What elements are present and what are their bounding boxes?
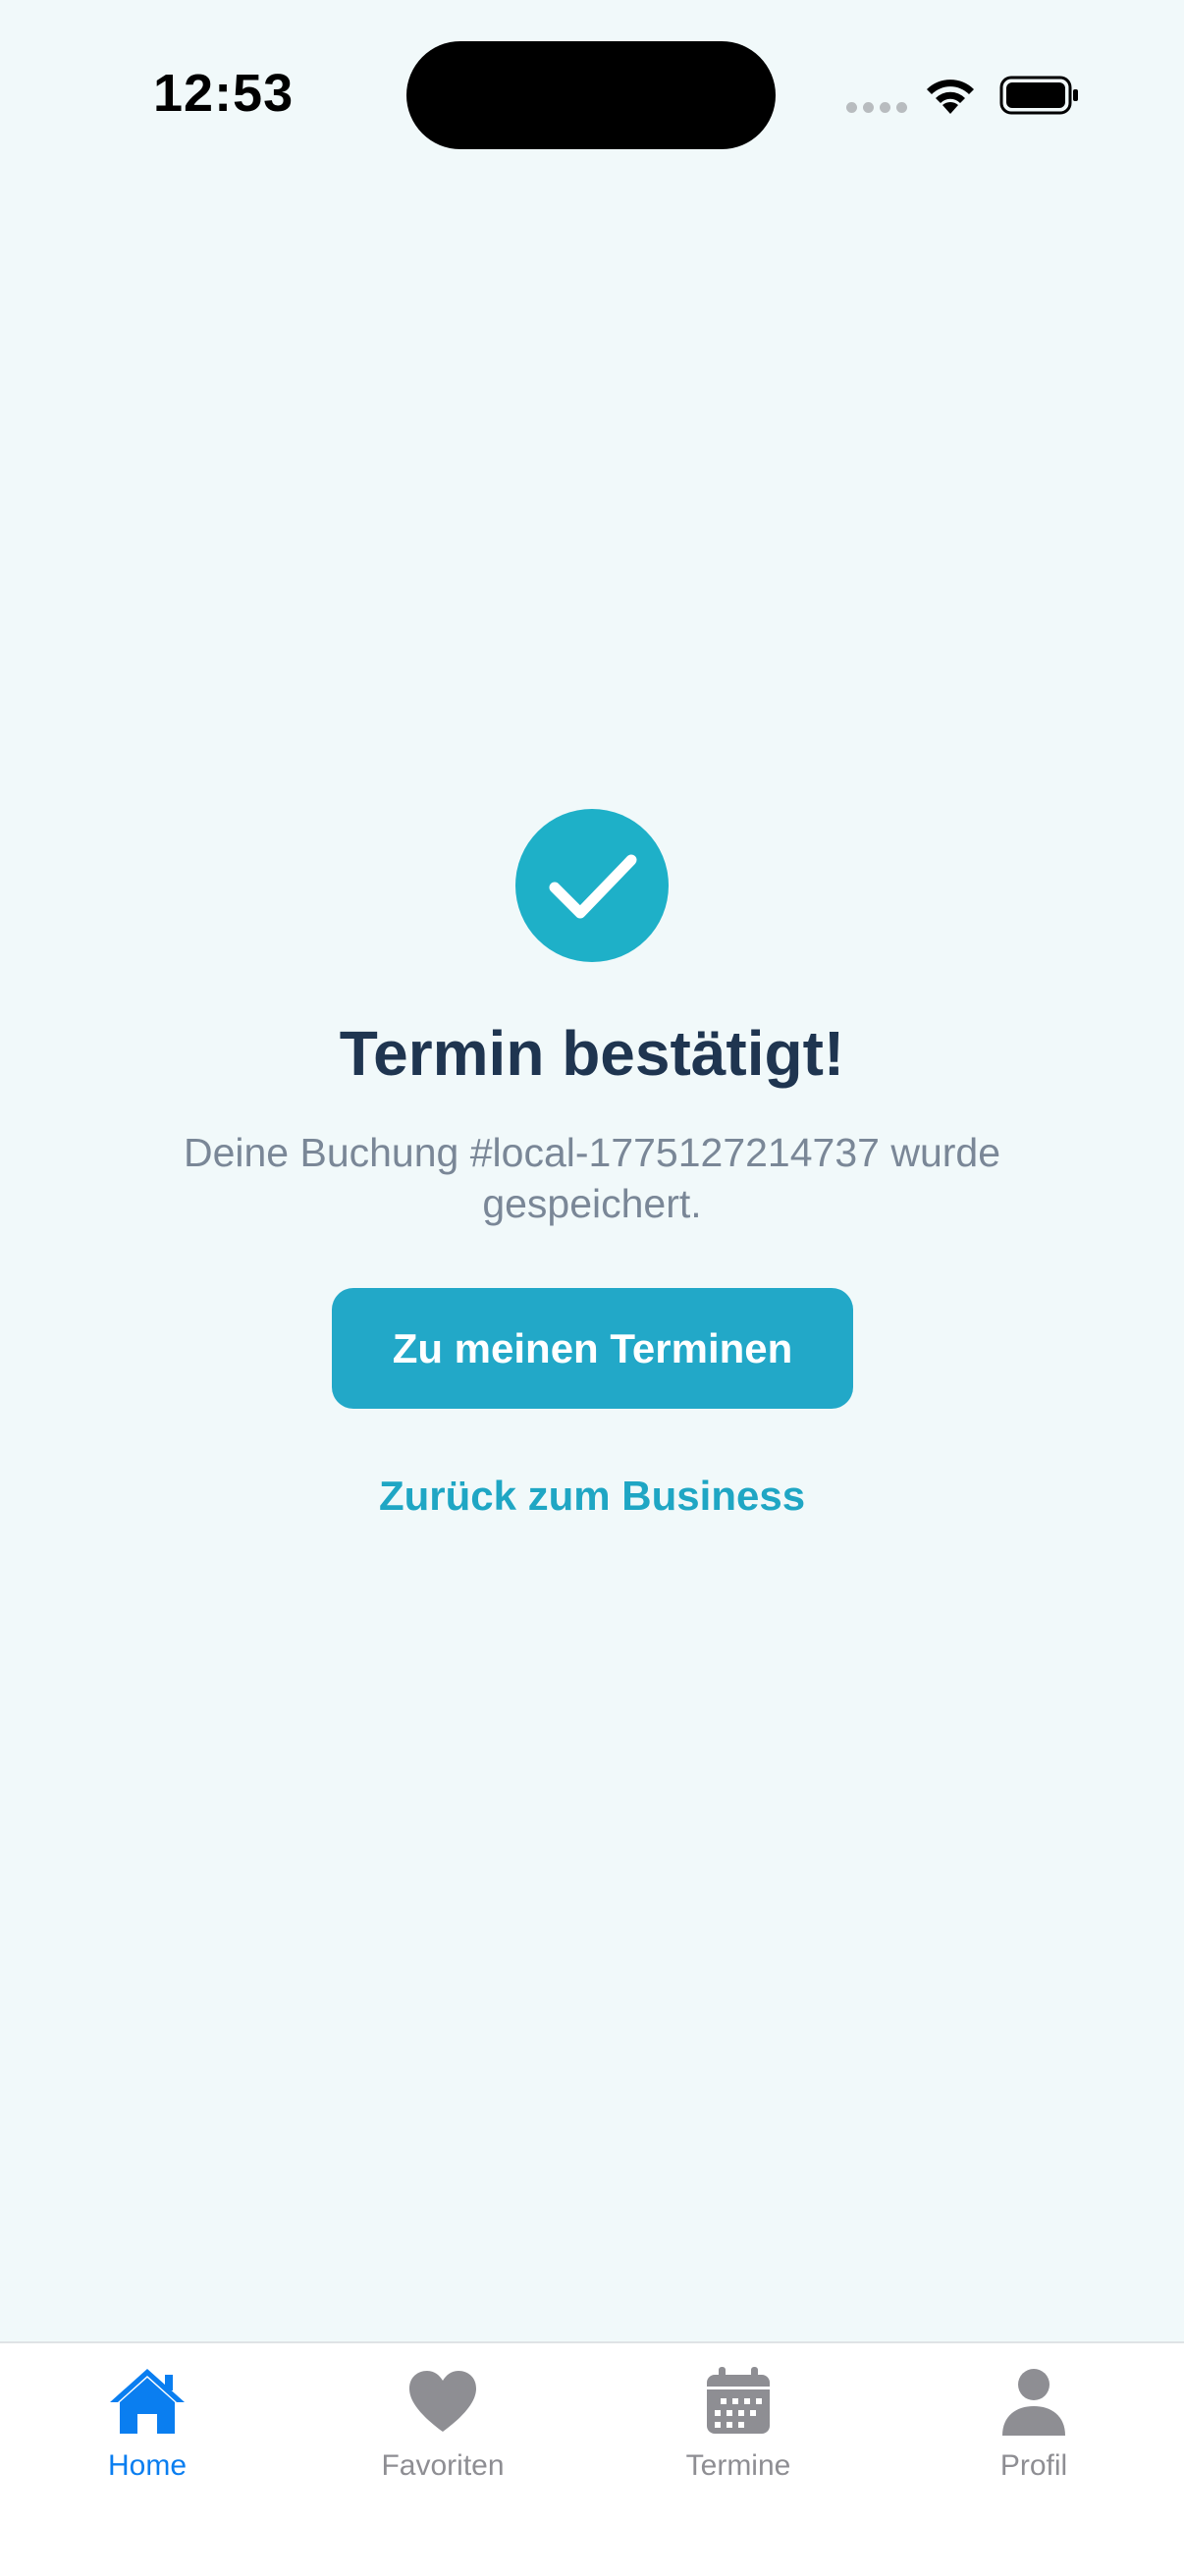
- back-to-business-link[interactable]: Zurück zum Business: [0, 1473, 1184, 1520]
- my-appointments-button[interactable]: Zu meinen Terminen: [332, 1288, 853, 1409]
- confirmation-message: Deine Buchung #local-1775127214737 wurde…: [183, 1130, 1001, 1226]
- tab-favorites[interactable]: Favoriten: [296, 2363, 590, 2483]
- battery-icon: [999, 76, 1078, 115]
- calendar-icon: [707, 2367, 770, 2434]
- tab-profile[interactable]: Profil: [887, 2363, 1181, 2483]
- tab-appointments[interactable]: Termine: [591, 2363, 886, 2483]
- tab-profile-label: Profil: [999, 2449, 1068, 2482]
- home-icon: [110, 2369, 185, 2434]
- tab-bar: Home Favoriten Termine Profil: [0, 2341, 1184, 2576]
- confirmation-title: Termin bestätigt!: [339, 1018, 845, 1089]
- dynamic-island: [406, 41, 776, 149]
- tab-favorites-label: Favoriten: [381, 2449, 505, 2482]
- status-time: 12:53: [153, 64, 295, 123]
- cellular-signal-icon: [846, 102, 907, 113]
- tab-home-label: Home: [107, 2449, 188, 2482]
- person-icon: [1002, 2369, 1065, 2436]
- success-checkmark-icon: [515, 809, 669, 962]
- heart-icon: [409, 2371, 476, 2432]
- tab-home[interactable]: Home: [0, 2363, 295, 2483]
- tab-appointments-label: Termine: [685, 2449, 791, 2482]
- wifi-icon: [927, 80, 974, 114]
